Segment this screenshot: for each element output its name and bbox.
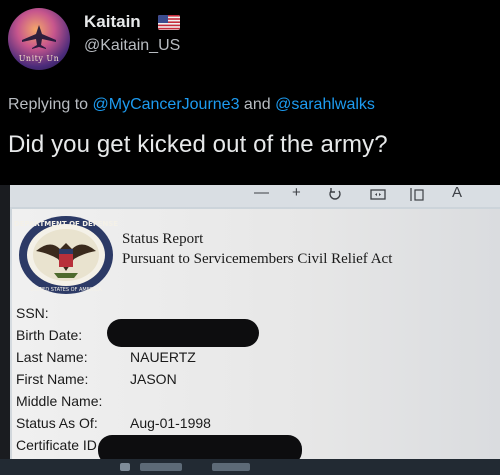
status-report-document: DEPARTMENT OF DEFENSE UNITED STATES OF A…	[12, 209, 500, 475]
middle-name-label: Middle Name:	[16, 393, 103, 409]
tweet-header: Unity Un Kaitain @Kaitain_US	[0, 0, 500, 90]
report-title: Status Report	[122, 231, 204, 247]
birth-date-label: Birth Date:	[16, 327, 83, 343]
mention-link-1[interactable]: @MyCancerJourne3	[93, 96, 240, 113]
user-handle[interactable]: @Kaitain_US	[84, 37, 180, 55]
mention-link-2[interactable]: @sarahlwalks	[275, 96, 375, 113]
status-as-of-label: Status As Of:	[16, 415, 98, 431]
us-flag-icon	[158, 15, 180, 30]
text-size-icon[interactable]: A	[452, 185, 462, 201]
taskbar	[0, 459, 500, 475]
taskbar-item[interactable]	[212, 463, 250, 471]
department-of-defense-seal-icon: DEPARTMENT OF DEFENSE UNITED STATES OF A…	[14, 216, 118, 294]
rotate-icon[interactable]	[328, 187, 342, 201]
last-name-value: NAUERTZ	[130, 349, 196, 365]
and-label: and	[243, 96, 271, 113]
avatar[interactable]: Unity Un	[8, 8, 70, 70]
pdf-viewer-toolbar: — + A	[10, 185, 500, 207]
monitor-bezel	[0, 185, 10, 475]
attached-photo[interactable]: — + A DEPARTMENT OF DEFENSE UNITED STATE…	[0, 185, 500, 475]
display-name[interactable]: Kaitain	[84, 12, 141, 32]
plus-icon[interactable]: +	[292, 185, 301, 201]
taskbar-item[interactable]	[140, 463, 182, 471]
taskbar-item[interactable]	[120, 463, 130, 471]
jet-icon	[22, 25, 56, 49]
page-view-icon[interactable]	[410, 188, 426, 201]
replying-to-line: Replying to @MyCancerJourne3 and @sarahl…	[8, 96, 375, 114]
seal-label: DEPARTMENT OF DEFENSE	[14, 220, 118, 228]
birth-date-redaction	[107, 319, 259, 347]
first-name-value: JASON	[130, 371, 177, 387]
minus-icon[interactable]: —	[254, 185, 269, 201]
seal-bottom-text: UNITED STATES OF AMERICA	[30, 287, 102, 293]
certificate-id-label: Certificate ID	[16, 437, 97, 453]
first-name-label: First Name:	[16, 371, 89, 387]
avatar-text: Unity Un	[18, 54, 60, 63]
replying-to-label: Replying to	[8, 96, 89, 113]
ssn-label: SSN:	[16, 305, 49, 321]
last-name-label: Last Name:	[16, 349, 88, 365]
tweet-text: Did you get kicked out of the army?	[8, 131, 388, 158]
fit-page-icon[interactable]	[370, 189, 386, 200]
status-as-of-value: Aug-01-1998	[130, 415, 211, 431]
report-subtitle: Pursuant to Servicemembers Civil Relief …	[122, 251, 393, 267]
